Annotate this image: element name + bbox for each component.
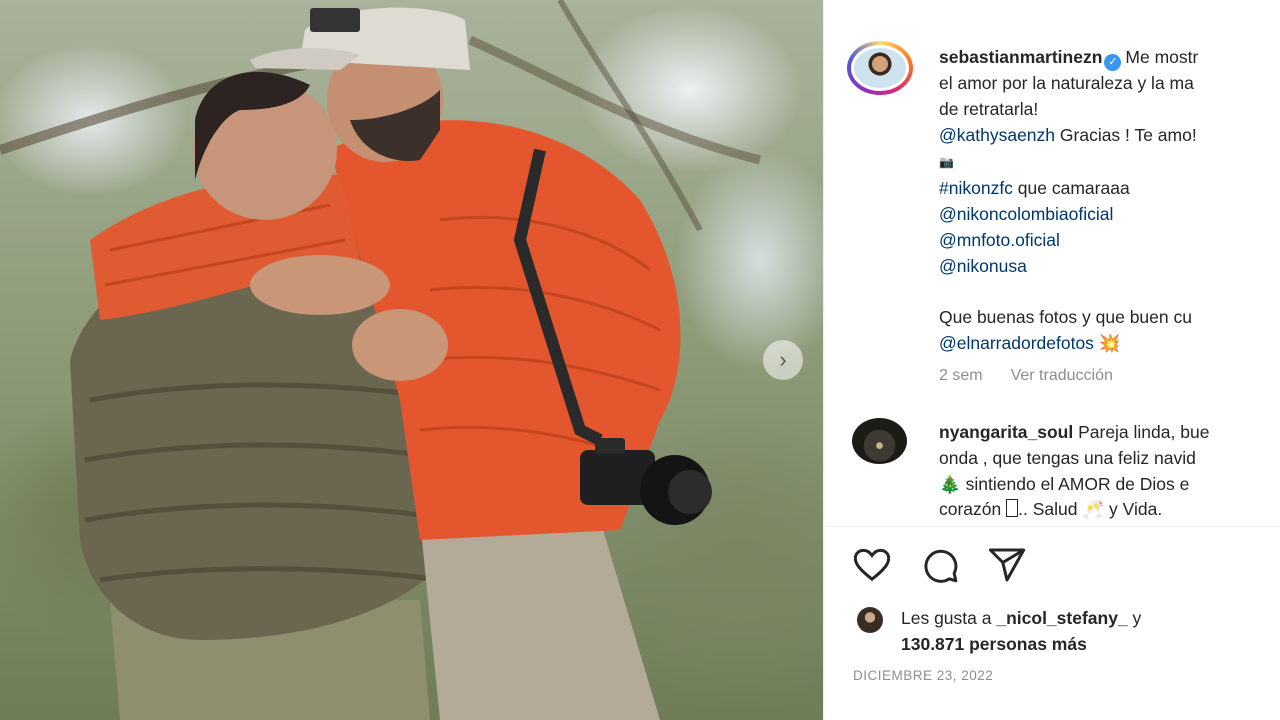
commenter-avatar[interactable]	[852, 418, 907, 464]
camera-emoji: 📷	[939, 155, 954, 170]
caption-meta: 2 sem Ver traducción	[939, 363, 1280, 389]
likes-count[interactable]: 130.871 personas más	[901, 634, 1087, 654]
caption-line-5: 📷	[939, 148, 1280, 176]
post-caption: sebastianmartinezn ✓ Me mostr el amor por …	[939, 45, 1280, 389]
comment-text-1: Pareja linda, bue	[1073, 422, 1210, 442]
translate-link[interactable]: Ver traducción	[1011, 367, 1113, 384]
likes-text: Les gusta a _nicol_stefany_ y 130.871 pe…	[901, 605, 1141, 657]
comment-line-4: corazón .. Salud 🥂 y Vida.	[939, 497, 1209, 523]
caption-line-3: de retratarla!	[939, 98, 1039, 119]
caption-thanks: Gracias ! Te amo!	[1055, 124, 1197, 145]
comment-button[interactable]	[920, 545, 960, 585]
author-avatar[interactable]	[847, 41, 913, 95]
caption-line-6: #nikonzfc que camaraaa	[939, 176, 1280, 202]
author-username[interactable]: sebastianmartinezn	[939, 47, 1102, 67]
burst-emoji: 💥	[1098, 332, 1121, 353]
caption-line-1: sebastianmartinezn ✓ Me mostr	[939, 45, 1280, 71]
comment-line-1: nyangarita_soul Pareja linda, bue	[939, 420, 1209, 446]
liker-avatar[interactable]	[857, 607, 883, 633]
comment-text-4c: y Vida.	[1104, 499, 1163, 520]
glasses-emoji: 🥂	[1082, 499, 1105, 520]
mention-elnarradordefotos[interactable]: @elnarradordefotos	[939, 333, 1094, 353]
tree-emoji: 🎄	[939, 473, 961, 494]
next-photo-button[interactable]: ›	[763, 340, 803, 380]
caption-line-photos: Que buenas fotos y que buen cu	[939, 307, 1192, 328]
actions-divider	[824, 526, 1280, 527]
comment-text-4b: .. Salud	[1018, 499, 1083, 520]
post-date: DICIEMBRE 23, 2022	[853, 668, 994, 683]
comment-line-3: 🎄 sintiendo el AMOR de Dios e	[939, 472, 1209, 498]
likes-line-2: 130.871 personas más	[901, 631, 1141, 657]
caption-text-1: Me mostr	[1125, 47, 1199, 67]
avatar-ring-inner	[851, 45, 909, 91]
commenter-username[interactable]: nyangarita_soul	[939, 422, 1073, 442]
author-avatar-image	[854, 48, 906, 88]
share-button[interactable]	[987, 545, 1027, 585]
verified-badge-icon: ✓	[1104, 54, 1122, 71]
caption-camera-text: que camaraaa	[1012, 178, 1130, 199]
comment-icon	[924, 549, 958, 583]
comment-text: nyangarita_soul Pareja linda, bue onda ,…	[939, 420, 1209, 523]
mention-kathysaenzh[interactable]: @kathysaenzh	[939, 125, 1055, 145]
chevron-right-icon: ›	[779, 347, 787, 372]
mention-mnfoto-oficial[interactable]: @mnfoto.oficial	[939, 228, 1280, 254]
post-photo[interactable]: ›	[0, 0, 823, 720]
caption-line-2: el amor por la naturaleza y la ma	[939, 73, 1194, 93]
caption-line-4: @kathysaenzh Gracias ! Te amo!	[939, 123, 1280, 149]
hashtag-nikonzfc[interactable]: #nikonzfc	[939, 178, 1013, 198]
comment-text-3: sintiendo el AMOR de Dios e	[960, 473, 1190, 494]
missing-glyph-icon	[1006, 499, 1019, 518]
like-button[interactable]	[852, 545, 892, 585]
caption-line-narrador: @elnarradordefotos 💥	[939, 331, 1280, 357]
likes-line-1: Les gusta a _nicol_stefany_ y	[901, 605, 1141, 631]
mention-nikoncolombiaoficial[interactable]: @nikoncolombiaoficial	[939, 202, 1280, 228]
liker-username[interactable]: _nicol_stefany_	[996, 608, 1127, 628]
heart-icon	[853, 548, 891, 582]
instagram-post-view: › sebastianmartinezn ✓ Me mostr el amor po…	[0, 0, 1280, 720]
likes-prefix: Les gusta a	[901, 608, 997, 628]
share-icon	[988, 548, 1026, 582]
post-time-ago: 2 sem	[939, 366, 983, 384]
likes-suffix: y	[1127, 608, 1142, 628]
comment-text-4a: corazón	[939, 499, 1007, 520]
comment-line-2: onda , que tengas una feliz navid	[939, 447, 1196, 468]
post-detail-panel: sebastianmartinezn ✓ Me mostr el amor por …	[823, 0, 1280, 720]
photo-illustration	[0, 0, 762, 720]
mention-nikonusa[interactable]: @nikonusa	[939, 254, 1280, 280]
